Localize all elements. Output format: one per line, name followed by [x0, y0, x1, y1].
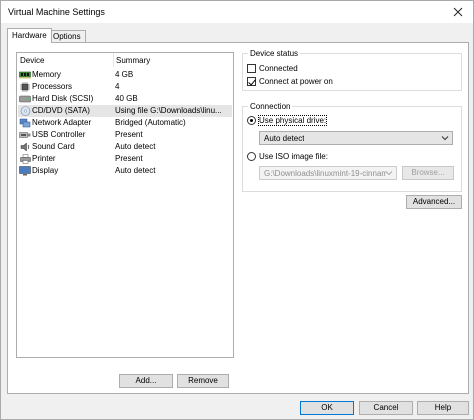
device-row-usb-controller[interactable]: USB Controller Present — [18, 129, 232, 141]
printer-icon — [19, 154, 31, 164]
cancel-button[interactable]: Cancel — [359, 401, 413, 415]
device-name: Hard Disk (SCSI) — [32, 94, 94, 103]
device-name: CD/DVD (SATA) — [32, 106, 90, 115]
connect-at-power-on-label: Connect at power on — [259, 77, 333, 86]
device-summary: Present — [115, 130, 143, 139]
connect-at-power-on-checkbox[interactable] — [247, 77, 256, 86]
device-summary: 4 — [115, 82, 120, 91]
column-separator[interactable] — [113, 53, 114, 67]
device-row-display[interactable]: Display Auto detect — [18, 165, 232, 177]
sound-card-icon — [19, 142, 31, 152]
device-name: Memory — [32, 70, 61, 79]
physical-drive-value: Auto detect — [264, 134, 305, 143]
iso-image-path-value: G:\Downloads\linuxmint-19-cinnamo — [264, 169, 386, 178]
device-row-processors[interactable]: Processors 4 — [18, 81, 232, 93]
device-name: Processors — [32, 82, 73, 91]
device-name: Network Adapter — [32, 118, 92, 127]
use-iso-image-radio[interactable] — [247, 152, 256, 161]
device-column-header[interactable]: Device — [20, 56, 44, 65]
help-button[interactable]: Help — [417, 401, 469, 415]
ok-button[interactable]: OK — [300, 401, 354, 415]
use-iso-image-label: Use ISO image file: — [259, 152, 328, 161]
network-adapter-icon — [19, 118, 31, 128]
device-status-label: Device status — [248, 49, 301, 58]
display-icon — [19, 166, 31, 176]
memory-icon — [19, 70, 31, 80]
window-title: Virtual Machine Settings — [8, 7, 105, 17]
connected-checkbox[interactable] — [247, 64, 256, 73]
device-name: Sound Card — [32, 142, 75, 151]
device-name: Printer — [32, 154, 56, 163]
iso-image-path-select[interactable]: G:\Downloads\linuxmint-19-cinnamo — [259, 166, 397, 180]
connection-group: Connection Use physical drive: Auto dete… — [242, 102, 462, 192]
device-summary: 40 GB — [115, 94, 138, 103]
advanced-button[interactable]: Advanced... — [406, 195, 462, 209]
device-list-header: Device Summary — [17, 53, 233, 67]
tab-options[interactable]: Options — [48, 30, 86, 42]
dialog-footer: OK Cancel Help — [1, 397, 473, 419]
virtual-machine-settings-window: Virtual Machine Settings Hardware Option… — [0, 0, 474, 420]
processor-icon — [19, 82, 31, 92]
close-button[interactable] — [443, 1, 473, 23]
hardware-tab-panel: Device Summary Memory 4 GB Processors 4 — [7, 42, 469, 394]
add-device-button[interactable]: Add... — [119, 374, 173, 388]
physical-drive-select[interactable]: Auto detect — [259, 131, 453, 145]
connected-label: Connected — [259, 64, 298, 73]
device-summary: Bridged (Automatic) — [115, 118, 186, 127]
device-row-sound-card[interactable]: Sound Card Auto detect — [18, 141, 232, 153]
device-row-cd-dvd[interactable]: CD/DVD (SATA) Using file G:\Downloads\li… — [18, 105, 232, 117]
device-row-printer[interactable]: Printer Present — [18, 153, 232, 165]
connected-checkbox-row[interactable]: Connected — [247, 63, 347, 74]
use-physical-drive-label: Use physical drive: — [257, 115, 328, 126]
device-row-memory[interactable]: Memory 4 GB — [18, 69, 232, 81]
device-name: Display — [32, 166, 59, 175]
usb-icon — [19, 130, 31, 140]
device-summary: Auto detect — [115, 166, 156, 175]
device-list[interactable]: Device Summary Memory 4 GB Processors 4 — [16, 52, 234, 358]
device-row-hard-disk[interactable]: Hard Disk (SCSI) 40 GB — [18, 93, 232, 105]
use-physical-drive-radio[interactable] — [247, 116, 256, 125]
remove-device-button[interactable]: Remove — [177, 374, 229, 388]
chevron-down-icon — [385, 171, 393, 176]
browse-button[interactable]: Browse... — [402, 166, 454, 180]
use-physical-drive-row[interactable]: Use physical drive: — [247, 115, 367, 126]
close-icon — [453, 7, 463, 17]
title-bar: Virtual Machine Settings — [1, 1, 473, 23]
device-name: USB Controller — [32, 130, 86, 139]
device-summary: Using file G:\Downloads\linu... — [115, 106, 222, 115]
device-status-group: Device status Connected Connect at power… — [242, 49, 462, 91]
connection-label: Connection — [248, 102, 293, 111]
device-summary: 4 GB — [115, 70, 134, 79]
hard-disk-icon — [19, 94, 31, 104]
device-row-network-adapter[interactable]: Network Adapter Bridged (Automatic) — [18, 117, 232, 129]
summary-column-header[interactable]: Summary — [116, 56, 150, 65]
device-summary: Auto detect — [115, 142, 156, 151]
use-iso-image-row[interactable]: Use ISO image file: — [247, 151, 367, 162]
connect-at-power-on-row[interactable]: Connect at power on — [247, 76, 367, 87]
device-summary: Present — [115, 154, 143, 163]
tab-hardware[interactable]: Hardware — [7, 28, 52, 43]
cd-dvd-icon — [19, 106, 31, 116]
chevron-down-icon — [441, 136, 449, 141]
